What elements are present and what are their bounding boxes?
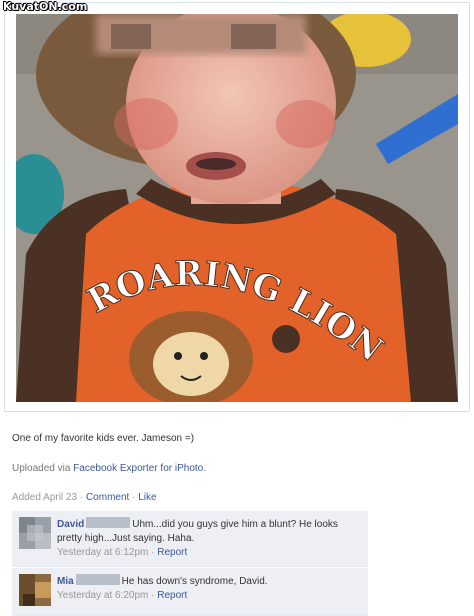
comment-separator: ·	[148, 590, 158, 601]
uploader-app-link[interactable]: Facebook Exporter for iPhoto	[73, 463, 203, 474]
comment: Mia He has down's syndrome, David. Yester…	[12, 568, 368, 616]
comment-link[interactable]: Comment	[86, 492, 129, 503]
comment-separator: ·	[148, 547, 158, 558]
comment-body: Mia He has down's syndrome, David. Yester…	[57, 574, 358, 603]
photo[interactable]: ROARING LIONS	[4, 2, 470, 412]
comment-time: Yesterday at 6:12pm	[57, 547, 149, 558]
comment-body: David Uhm...did you guys give him a blunt…	[57, 517, 358, 560]
blurred-surname	[86, 517, 131, 528]
meta-separator: ·	[77, 492, 86, 503]
avatar[interactable]	[19, 517, 51, 549]
report-link[interactable]: Report	[157, 590, 187, 601]
watermark: KuvatON.com	[3, 0, 88, 13]
blurred-surname	[75, 574, 120, 585]
meta-separator: ·	[129, 492, 139, 503]
added-date: Added April 23	[12, 492, 78, 503]
comment-author[interactable]: Mia	[57, 576, 74, 587]
uploaded-via: Uploaded via Facebook Exporter for iPhot…	[12, 463, 206, 474]
uploaded-suffix: .	[203, 463, 207, 474]
report-link[interactable]: Report	[157, 547, 187, 558]
post-caption: One of my favorite kids ever. Jameson =)	[12, 433, 195, 444]
comment-text: He has down's syndrome, David.	[121, 576, 268, 587]
comment-time: Yesterday at 6:20pm	[57, 590, 149, 601]
avatar[interactable]	[19, 574, 51, 606]
photo-image: ROARING LIONS	[16, 14, 458, 402]
post-meta: Added April 23 · Comment · Like	[12, 492, 157, 503]
like-link[interactable]: Like	[138, 492, 156, 503]
comment: David Uhm...did you guys give him a blunt…	[12, 511, 368, 567]
uploaded-prefix: Uploaded via	[12, 463, 74, 474]
comment-author[interactable]: David	[57, 519, 84, 530]
